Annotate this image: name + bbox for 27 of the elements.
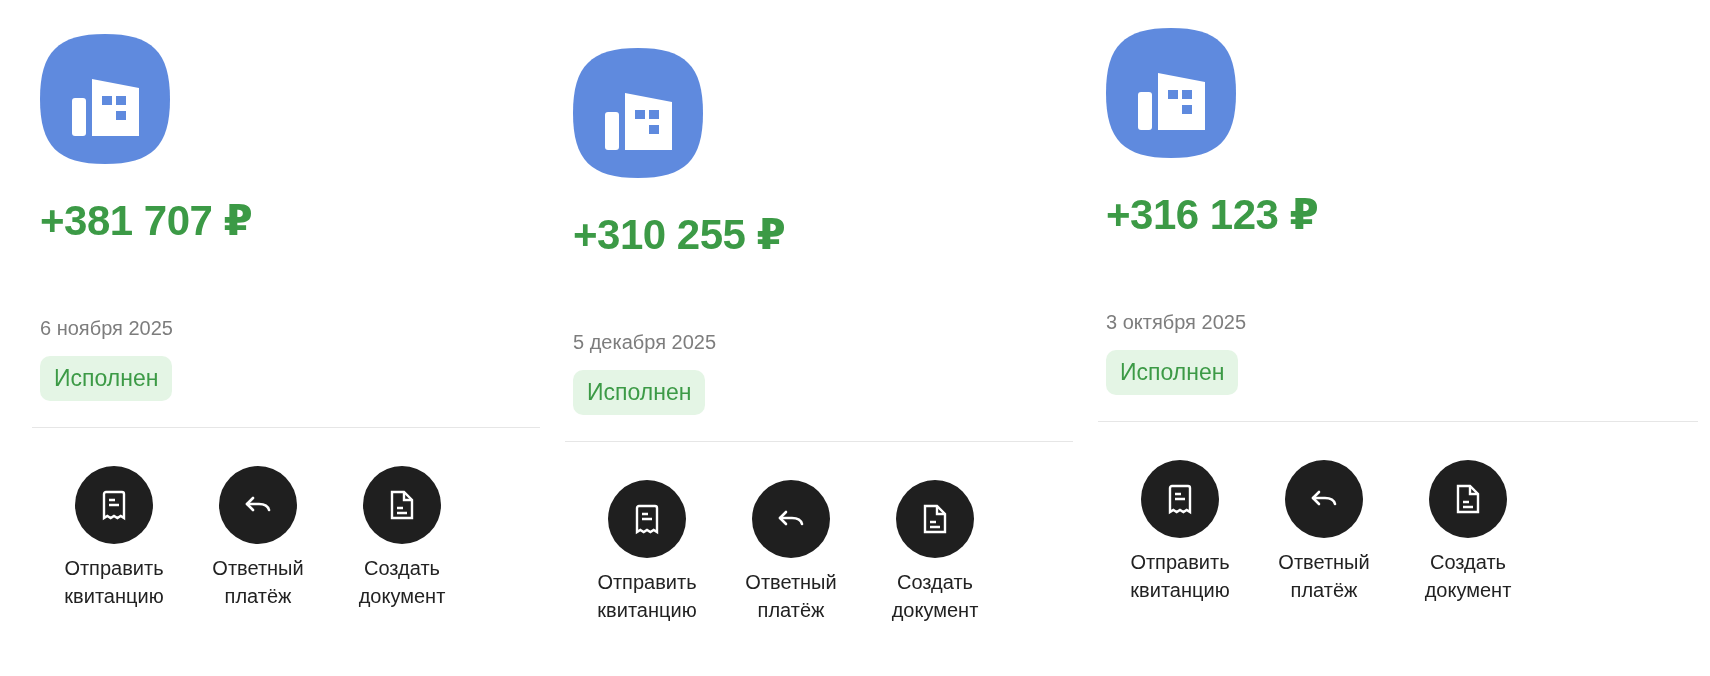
receipt-action-button[interactable]: Отправить квитанцию <box>1114 460 1246 604</box>
receipt-action-button[interactable]: Отправить квитанцию <box>581 480 713 624</box>
status-badge: Исполнен <box>40 356 173 401</box>
document-action-button[interactable]: Создать документ <box>1402 460 1534 604</box>
status-badge: Исполнен <box>573 370 706 415</box>
payment-date: 5 декабря 2025 <box>573 331 717 354</box>
amount: +316 123 ₽ <box>1106 190 1319 239</box>
document-icon <box>389 489 415 521</box>
receipt-icon <box>1167 483 1193 515</box>
document-action-button[interactable]: Создать документ <box>336 466 468 610</box>
payment-date: 6 ноября 2025 <box>40 317 173 340</box>
receipt-action-button[interactable]: Отправить квитанцию <box>48 466 180 610</box>
document-icon <box>1455 483 1481 515</box>
company-avatar-icon <box>1106 28 1236 158</box>
status-badge: Исполнен <box>1106 350 1239 395</box>
reply-action-button[interactable]: Ответный платёж <box>192 466 324 610</box>
payment-date: 3 октября 2025 <box>1106 311 1246 334</box>
amount: +310 255 ₽ <box>573 210 786 259</box>
reply-action-button[interactable]: Ответный платёж <box>1258 460 1390 604</box>
company-avatar-icon <box>573 48 703 178</box>
amount: +381 707 ₽ <box>40 196 253 245</box>
document-action-button[interactable]: Создать документ <box>869 480 1001 624</box>
document-icon <box>922 503 948 535</box>
receipt-icon <box>101 489 127 521</box>
reply-action-button[interactable]: Ответный платёж <box>725 480 857 624</box>
receipt-icon <box>634 503 660 535</box>
company-avatar-icon <box>40 34 170 164</box>
